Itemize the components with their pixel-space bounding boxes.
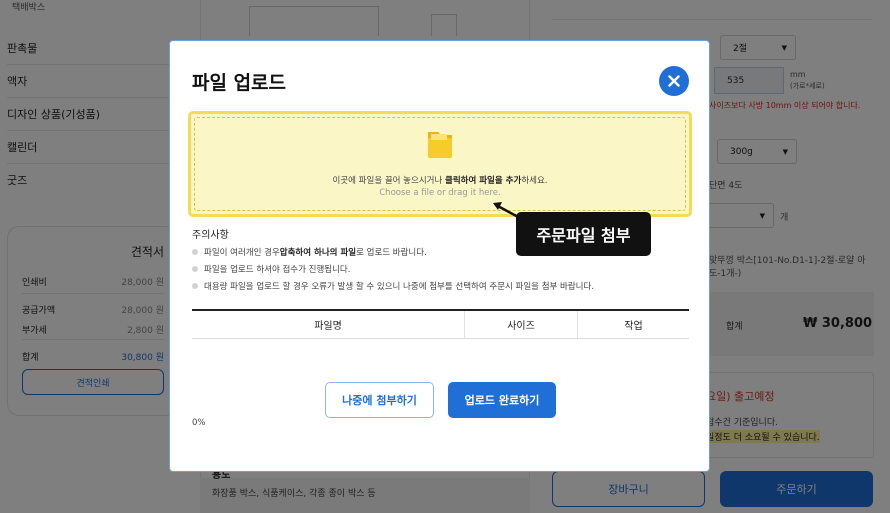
- bullet-icon: [192, 266, 198, 272]
- folder-icon: [428, 132, 452, 158]
- dropzone-subtext: Choose a file or drag it here.: [379, 188, 501, 198]
- modal-title: 파일 업로드: [192, 72, 287, 94]
- column-action: 작업: [624, 321, 643, 332]
- file-table-header: 파일명 사이즈 작업: [192, 309, 689, 339]
- dropzone-text-prefix: 이곳에 파일을 끌어 놓으시거나: [332, 176, 445, 186]
- notice-item: 파일이 여러개인 경우 압축하여 하나의 파일 로 업로드 바랍니다.: [192, 246, 427, 258]
- notice-text-suffix: 로 업로드 바랍니다.: [356, 248, 427, 258]
- annotation-callout: 주문파일 첨부: [516, 212, 651, 256]
- upload-complete-button[interactable]: 업로드 완료하기: [448, 382, 556, 418]
- close-button[interactable]: [659, 66, 689, 96]
- page: 택배박스 판촉물 액자 디자인 상품(기성품) 캘린더 굿즈 견적서 인쇄비 2…: [0, 0, 890, 513]
- column-filename: 파일명: [192, 311, 465, 338]
- upload-progress-text: 0%: [192, 418, 206, 428]
- dropzone-instruction: 이곳에 파일을 끌어 놓으시거나 클릭하여 파일을 추가하세요.: [191, 174, 689, 186]
- column-size: 사이즈: [465, 311, 578, 338]
- file-dropzone[interactable]: 이곳에 파일을 끌어 놓으시거나 클릭하여 파일을 추가하세요. Choose …: [188, 111, 692, 217]
- notice-text: 대용량 파일을 업로드 할 경우 오류가 발생 할 수 있으니 나중에 첨부를 …: [204, 282, 595, 292]
- notice-text-bold: 압축하여 하나의 파일: [279, 248, 357, 258]
- file-upload-modal: 파일 업로드 이곳에 파일을 끌어 놓으시거나 클릭하여 파일을 추가하세요. …: [169, 40, 710, 472]
- attach-later-button[interactable]: 나중에 첨부하기: [325, 382, 434, 418]
- close-icon: [668, 75, 680, 87]
- notice-item: 대용량 파일을 업로드 할 경우 오류가 발생 할 수 있으니 나중에 첨부를 …: [192, 280, 594, 292]
- notice-text: 파일을 업로드 하셔야 접수가 진행됩니다.: [204, 265, 351, 275]
- notice-item: 파일을 업로드 하셔야 접수가 진행됩니다.: [192, 263, 350, 275]
- notice-title: 주의사항: [192, 230, 229, 241]
- bullet-icon: [192, 249, 198, 255]
- dropzone-text-bold: 클릭하여 파일을 추가: [445, 176, 522, 186]
- dropzone-text-suffix: 하세요.: [521, 176, 548, 186]
- bullet-icon: [192, 283, 198, 289]
- notice-text-prefix: 파일이 여러개인 경우: [204, 248, 280, 258]
